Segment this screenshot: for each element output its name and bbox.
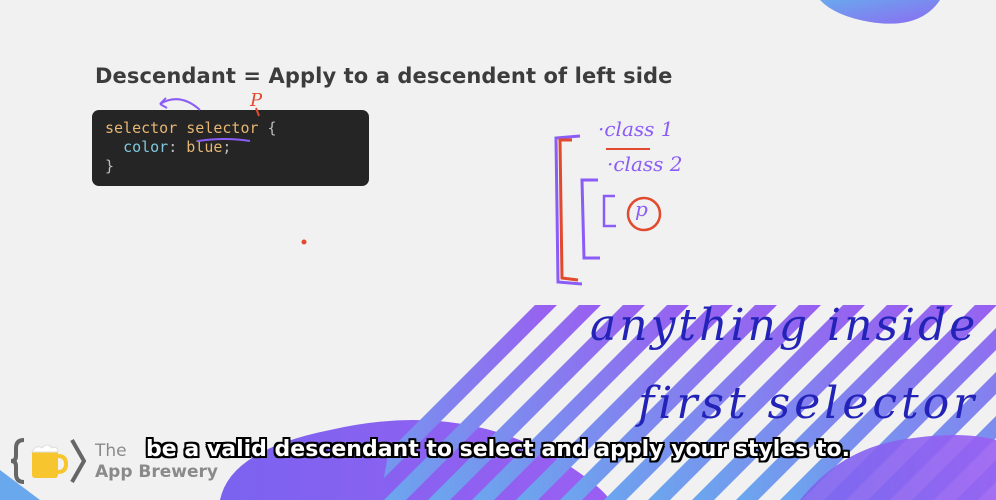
- ink-p-label: P: [250, 90, 263, 111]
- code-value: blue: [186, 138, 223, 156]
- code-selector-right: selector: [186, 119, 259, 137]
- ink-note-line2: first selector: [638, 378, 979, 429]
- top-right-blob: [820, 0, 940, 24]
- video-caption: be a valid descendant to select and appl…: [146, 437, 850, 462]
- slide-heading: Descendant = Apply to a descendent of le…: [95, 64, 673, 88]
- code-open-brace: {: [258, 119, 277, 137]
- code-property: color: [123, 138, 169, 156]
- ink-class2-label: ·class 2: [607, 152, 683, 176]
- ink-class1-label: ·class 1: [598, 117, 674, 141]
- code-semicolon: ;: [222, 138, 232, 156]
- code-close-brace: }: [105, 157, 115, 175]
- ink-p-in-circle: p: [635, 197, 648, 221]
- ink-note-line1: anything inside: [590, 300, 979, 351]
- brand-name: App Brewery: [95, 462, 218, 482]
- code-colon: :: [168, 138, 187, 156]
- code-selector-left: selector: [105, 119, 178, 137]
- code-block: selector selector { color: blue; }: [92, 110, 369, 186]
